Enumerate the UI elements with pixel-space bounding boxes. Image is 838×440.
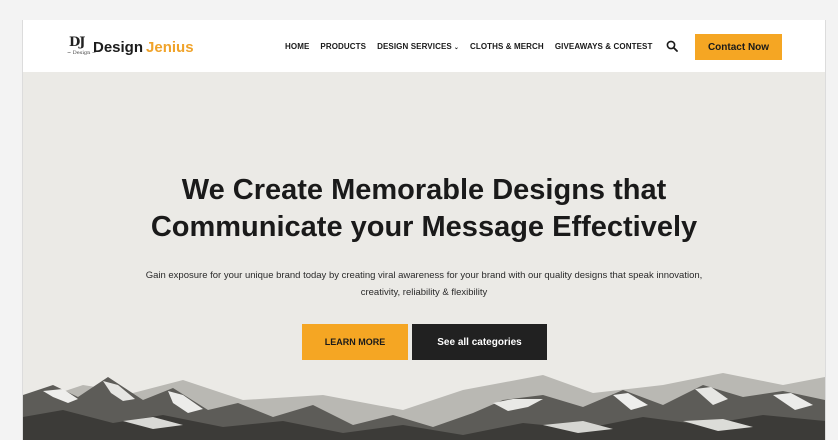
logo-mark-icon: DJ ~ Design ~	[67, 35, 96, 59]
logo-monogram: DJ	[69, 35, 85, 50]
hero-subtitle-line1: Gain exposure for your unique brand toda…	[145, 270, 703, 281]
nav-item-products[interactable]: PRODUCTS	[320, 42, 366, 51]
site-header: DJ ~ Design ~ Design Jenius HOME PRODUCT…	[23, 20, 825, 72]
hero-title-line2: Communicate your Message Effectively	[150, 211, 698, 243]
see-all-categories-button[interactable]: See all categories	[412, 324, 547, 360]
main-nav: HOME PRODUCTS DESIGN SERVICES ⌄ CLOTHS & …	[285, 20, 663, 72]
nav-item-design-services-label: DESIGN SERVICES	[377, 41, 452, 51]
hero-title: We Create Memorable Designs that Communi…	[23, 172, 825, 246]
hero-subtitle-line2: creativity, reliability & flexibility	[360, 287, 488, 298]
hero-title-line1: We Create Memorable Designs that	[181, 174, 667, 206]
contact-now-button[interactable]: Contact Now	[695, 34, 782, 60]
chevron-down-icon: ⌄	[453, 44, 459, 51]
hero-subtitle: Gain exposure for your unique brand toda…	[53, 267, 795, 301]
search-icon[interactable]	[666, 40, 678, 52]
logo-tagline: ~ Design ~	[67, 50, 97, 56]
logo-name-part2: Jenius	[146, 38, 194, 56]
browser-viewport: DJ ~ Design ~ Design Jenius HOME PRODUCT…	[22, 20, 826, 440]
logo[interactable]: DJ ~ Design ~ Design Jenius	[67, 34, 194, 60]
nav-item-giveaways-contest[interactable]: GIVEAWAYS & CONTEST	[555, 42, 653, 51]
mountain-background-image	[23, 373, 825, 440]
nav-item-home[interactable]: HOME	[285, 42, 309, 51]
nav-item-design-services[interactable]: DESIGN SERVICES ⌄	[377, 42, 459, 51]
nav-item-cloths-merch[interactable]: CLOTHS & MERCH	[470, 42, 544, 51]
learn-more-button[interactable]: LEARN MORE	[302, 324, 408, 360]
logo-name-part1: Design	[93, 38, 144, 56]
